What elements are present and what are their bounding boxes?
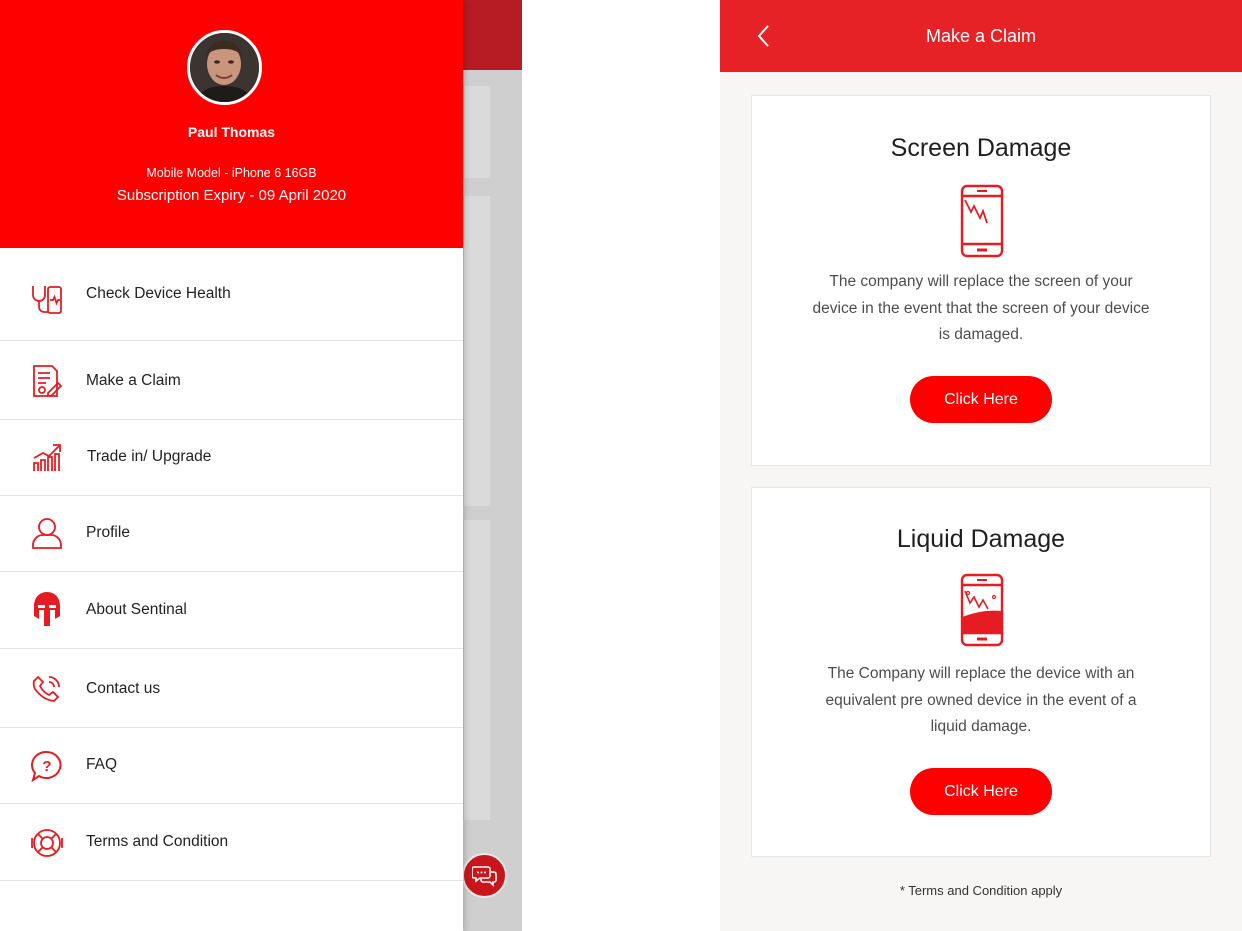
menu-item-profile[interactable]: Profile [0, 496, 463, 572]
user-photo-icon [190, 33, 259, 102]
menu-item-about-sentinal[interactable]: About Sentinal [0, 572, 463, 649]
drawer-screen: Paul Thomas Mobile Model - iPhone 6 16GB… [0, 0, 522, 931]
phone-icon [30, 672, 64, 706]
question-bubble-icon: ? [30, 749, 64, 783]
chat-bubbles-icon [471, 865, 497, 887]
menu-item-trade-in-upgrade[interactable]: Trade in/ Upgrade [0, 420, 463, 496]
menu-item-label: Check Device Health [86, 285, 231, 302]
claim-document-icon [30, 364, 64, 398]
menu-item-contact-us[interactable]: Contact us [0, 649, 463, 728]
chat-button[interactable] [462, 853, 507, 898]
menu-item-label: About Sentinal [86, 601, 187, 618]
card-title: Liquid Damage [896, 525, 1066, 553]
liquid-damage-card: Liquid Damage The Company will replace t… [751, 487, 1211, 857]
menu-item-label: Terms and Condition [86, 833, 229, 850]
make-a-claim-screen: Make a Claim Screen Damage The company w… [720, 0, 1242, 931]
page-title: Make a Claim [925, 26, 1037, 46]
stethoscope-phone-icon [30, 283, 64, 317]
screen-damage-card: Screen Damage The company will replace t… [751, 95, 1211, 466]
menu-item-label: Contact us [86, 680, 161, 697]
menu-item-terms-and-condition[interactable]: Terms and Condition [0, 804, 463, 881]
drawer-menu: Check Device Health Make a Claim Trade i… [0, 248, 463, 881]
background-card [463, 520, 490, 820]
menu-item-label: Profile [86, 524, 130, 541]
user-name: Paul Thomas [187, 124, 276, 140]
app-bar: Make a Claim [720, 0, 1242, 72]
lifebuoy-icon [30, 826, 64, 860]
background-card [463, 86, 490, 178]
menu-item-label: Trade in/ Upgrade [87, 448, 212, 465]
cracked-phone-icon [957, 184, 1007, 258]
subscription-expiry: Subscription Expiry - 09 April 2020 [116, 187, 347, 204]
menu-item-make-a-claim[interactable]: Make a Claim [0, 341, 463, 420]
card-title: Screen Damage [890, 134, 1072, 162]
terms-note[interactable]: * Terms and Condition apply [720, 883, 1242, 898]
spartan-helmet-icon [30, 592, 64, 626]
navigation-drawer: Paul Thomas Mobile Model - iPhone 6 16GB… [0, 0, 463, 931]
screen-damage-click-here-button[interactable]: Click Here [910, 376, 1052, 423]
background-appbar [463, 0, 522, 70]
water-damaged-phone-icon [957, 573, 1007, 647]
drawer-header: Paul Thomas Mobile Model - iPhone 6 16GB… [0, 0, 463, 248]
mobile-model: Mobile Model - iPhone 6 16GB [146, 166, 317, 180]
menu-item-check-device-health[interactable]: Check Device Health [0, 248, 463, 341]
svg-text:?: ? [42, 758, 51, 775]
menu-item-label: Make a Claim [86, 372, 181, 389]
avatar[interactable] [187, 30, 262, 105]
liquid-damage-click-here-button[interactable]: Click Here [910, 768, 1052, 815]
growth-chart-icon [30, 440, 64, 474]
menu-item-label: FAQ [86, 756, 118, 773]
background-card [463, 196, 490, 506]
user-icon [30, 516, 64, 550]
app-root: Paul Thomas Mobile Model - iPhone 6 16GB… [0, 0, 1242, 931]
menu-item-faq[interactable]: ? FAQ [0, 728, 463, 804]
card-description: The Company will replace the device with… [825, 665, 1137, 735]
card-description: The company will replace the screen of y… [812, 273, 1150, 343]
